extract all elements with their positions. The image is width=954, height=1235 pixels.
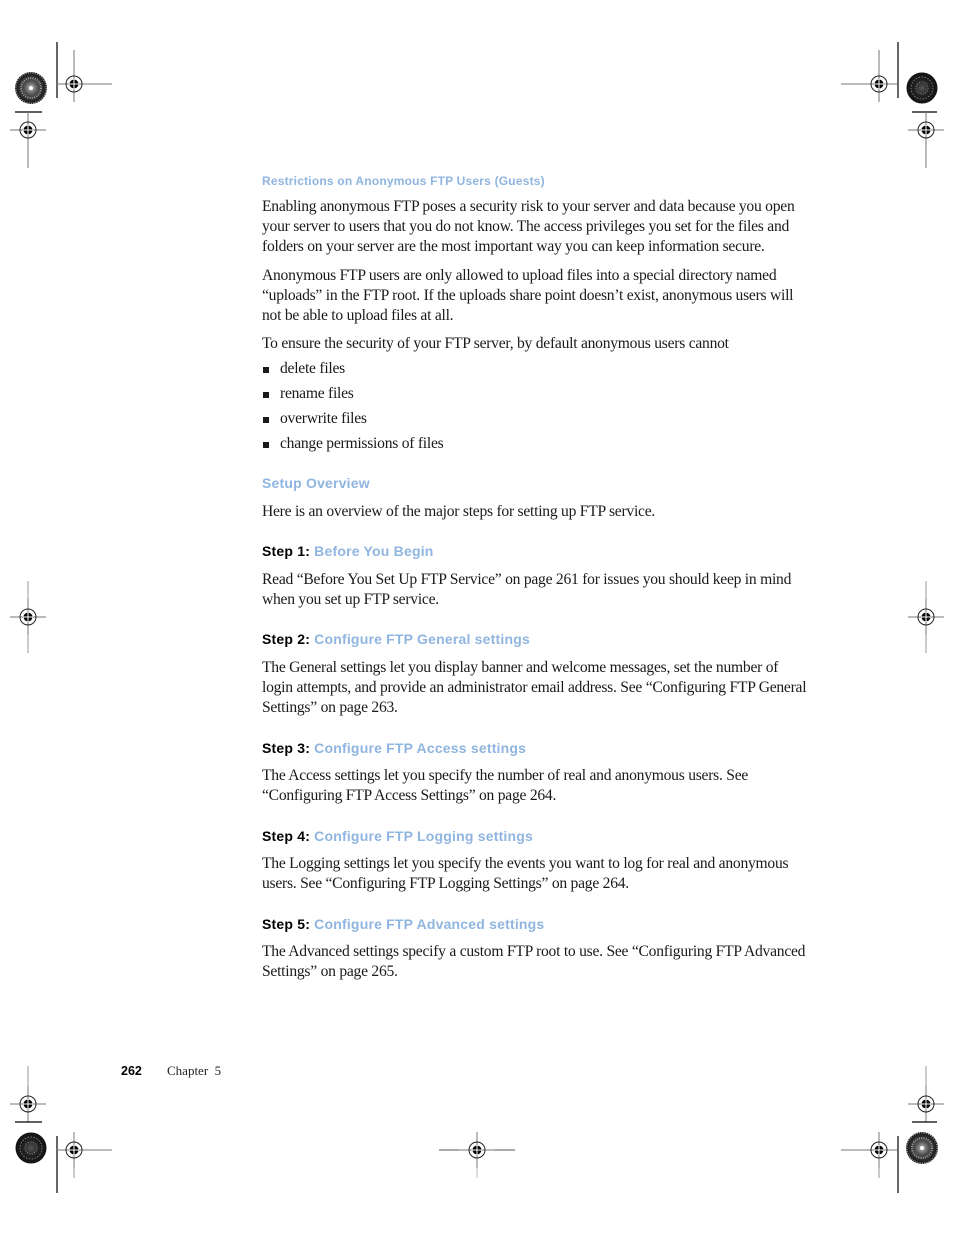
dark-target-mark-top-right — [906, 72, 938, 104]
crosshair-mark — [439, 1131, 515, 1178]
bullet-square-icon — [263, 392, 269, 398]
crosshair-mark — [841, 1131, 898, 1178]
step-3-text: The Access settings let you specify the … — [262, 767, 749, 804]
bullet-square-icon — [263, 442, 269, 448]
paragraph-default-restrictions: To ensure the security of your FTP serve… — [262, 335, 729, 352]
chapter-label: Chapter 5 — [167, 1063, 222, 1078]
crosshair-mark — [907, 581, 945, 653]
step-4-heading: Step 4: Configure FTP Logging settings — [262, 828, 533, 844]
crosshair-mark — [55, 1131, 112, 1178]
page-number: 262 — [121, 1064, 142, 1078]
list-item-text: overwrite files — [280, 410, 367, 427]
setup-overview-heading: Setup Overview — [262, 475, 370, 491]
step-label: Step 5: — [262, 916, 311, 932]
starburst-mark-bottom-right — [904, 1130, 940, 1166]
step-label: Step 4: — [262, 828, 311, 844]
step-1-heading: Step 1: Before You Begin — [262, 543, 434, 559]
step-title: Configure FTP Logging settings — [314, 828, 534, 844]
crosshair-mark — [9, 111, 47, 168]
step-4-text: The Logging settings let you specify the… — [262, 855, 789, 892]
restrictions-list: delete files rename files overwrite file… — [262, 359, 444, 459]
list-item: delete files — [262, 359, 443, 384]
bullet-square-icon — [263, 417, 269, 423]
step-5-text: The Advanced settings specify a custom F… — [262, 943, 806, 980]
step-label: Step 2: — [262, 631, 311, 647]
list-item-text: change permissions of files — [280, 435, 444, 452]
starburst-mark-top-left — [13, 70, 49, 106]
crosshair-mark — [841, 50, 898, 103]
bullet-square-icon — [263, 367, 269, 373]
step-label: Step 3: — [262, 740, 311, 756]
crosshair-mark — [907, 1066, 945, 1123]
step-title: Configure FTP Access settings — [314, 740, 527, 756]
crosshair-mark — [9, 581, 47, 653]
step-1-text: Read “Before You Set Up FTP Service” on … — [262, 571, 792, 608]
list-item: rename files — [262, 384, 443, 409]
list-item-text: delete files — [280, 360, 345, 377]
paragraph-uploads-directory: Anonymous FTP users are only allowed to … — [262, 267, 794, 324]
setup-overview-intro: Here is an overview of the major steps f… — [262, 503, 656, 520]
section-heading: Restrictions on Anonymous FTP Users (Gue… — [262, 174, 545, 188]
crosshair-mark — [55, 50, 112, 103]
step-3-heading: Step 3: Configure FTP Access settings — [262, 740, 526, 756]
dark-target-mark-bottom-left — [15, 1132, 47, 1164]
crosshair-mark — [907, 111, 945, 168]
list-item: change permissions of files — [262, 434, 444, 459]
paragraph-security-risk: Enabling anonymous FTP poses a security … — [262, 198, 795, 255]
crosshair-mark — [9, 1066, 47, 1123]
document-page: Restrictions on Anonymous FTP Users (Gue… — [0, 0, 954, 1235]
list-item: overwrite files — [262, 409, 443, 434]
step-title: Configure FTP Advanced settings — [314, 916, 545, 932]
step-2-text: The General settings let you display ban… — [262, 659, 807, 716]
step-label: Step 1: — [262, 543, 311, 559]
step-title: Before You Begin — [314, 543, 434, 559]
step-title: Configure FTP General settings — [314, 631, 530, 647]
step-2-heading: Step 2: Configure FTP General settings — [262, 631, 530, 647]
list-item-text: rename files — [280, 385, 354, 402]
step-5-heading: Step 5: Configure FTP Advanced settings — [262, 916, 544, 932]
